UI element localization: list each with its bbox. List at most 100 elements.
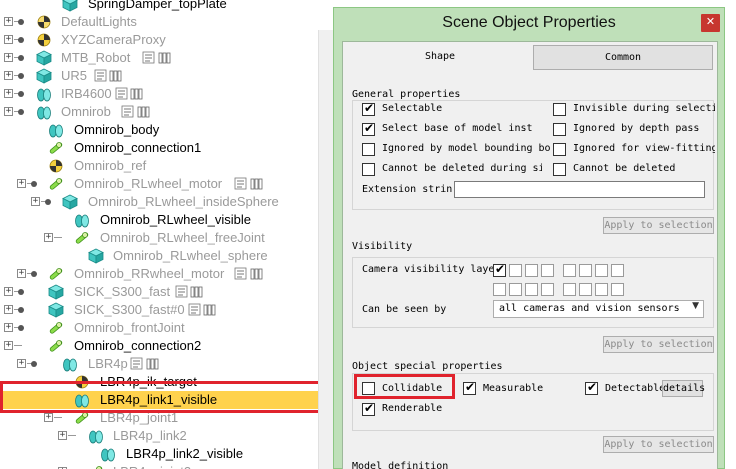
expand-toggle-icon[interactable]: + (44, 233, 53, 242)
tree-item-label: Omnirob_RLwheel_motor (74, 176, 223, 191)
script-icon[interactable] (142, 50, 172, 65)
expand-toggle-icon[interactable]: + (44, 413, 53, 422)
shape-object-icon (74, 212, 90, 228)
measurable-checkbox[interactable] (463, 380, 476, 395)
tree-row[interactable]: Omnirob_RLwheel_sphere (0, 247, 330, 265)
model-base-dot-icon (18, 55, 24, 61)
select-base-of-model-checkbox[interactable] (362, 121, 375, 136)
tree-row[interactable]: + Omnirob_connection2 (0, 337, 330, 355)
expand-toggle-icon[interactable]: + (4, 17, 13, 26)
visibility-layer-checkbox[interactable] (509, 264, 522, 277)
tree-row[interactable]: + IRB4600 (0, 85, 330, 103)
selectable-checkbox[interactable] (362, 101, 375, 116)
visibility-layer-checkbox[interactable] (595, 283, 608, 296)
tab-common[interactable]: Common (533, 45, 713, 70)
visibility-layer-checkbox[interactable] (493, 262, 506, 277)
select-base-of-model-label: Select base of model inst (382, 123, 533, 134)
script-icon[interactable] (234, 266, 264, 281)
tree-row[interactable]: + SICK_S300_fast (0, 283, 330, 301)
tree-row[interactable]: + Omnirob (0, 103, 330, 121)
script-icon[interactable] (115, 86, 145, 101)
dialog-titlebar[interactable]: Scene Object Properties ✕ (334, 8, 724, 39)
tree-row[interactable]: + Omnirob_RRwheel_motor (0, 265, 330, 283)
visibility-layer-checkbox[interactable] (611, 283, 624, 296)
ignored-by-model-bounding-checkbox[interactable] (362, 143, 375, 156)
visibility-layer-checkbox[interactable] (541, 283, 554, 296)
tree-row[interactable]: + LBR4p (0, 355, 330, 373)
can-be-seen-by-select[interactable]: all cameras and vision sensors ▼ (493, 300, 704, 318)
tree-row[interactable]: Omnirob_connection1 (0, 139, 330, 157)
tree-row[interactable]: + UR5 (0, 67, 330, 85)
apply-visibility-button[interactable]: Apply to selection (603, 336, 714, 353)
visibility-layer-checkbox[interactable] (525, 283, 538, 296)
tree-row[interactable]: Omnirob_body (0, 121, 330, 139)
selectable-label: Selectable (382, 103, 443, 114)
invisible-during-selection-checkbox[interactable] (553, 103, 566, 116)
expand-toggle-icon[interactable]: + (4, 287, 13, 296)
tree-row[interactable]: + DefaultLights (0, 13, 330, 31)
expand-toggle-icon[interactable]: + (4, 71, 13, 80)
ignored-for-view-fitting-checkbox[interactable] (553, 143, 566, 156)
tree-row[interactable]: + Omnirob_RLwheel_motor (0, 175, 330, 193)
expand-toggle-icon[interactable]: + (17, 269, 26, 278)
tree-row[interactable]: + XYZCameraProxy (0, 31, 330, 49)
expand-toggle-icon[interactable]: + (17, 179, 26, 188)
expand-toggle-icon[interactable]: + (4, 53, 13, 62)
can-be-seen-by-label: Can be seen by (362, 304, 447, 315)
joint-object-icon (74, 230, 90, 246)
visibility-layer-checkbox[interactable] (595, 264, 608, 277)
visibility-layer-checkbox[interactable] (493, 283, 506, 296)
expand-toggle-icon[interactable]: + (4, 323, 13, 332)
expand-toggle-icon[interactable]: + (4, 107, 13, 116)
script-icon[interactable] (234, 176, 264, 191)
ignored-by-depth-pass-checkbox[interactable] (553, 123, 566, 136)
expand-toggle-icon[interactable]: + (4, 305, 13, 314)
visibility-layer-checkbox[interactable] (579, 264, 592, 277)
visibility-layer-checkbox[interactable] (525, 264, 538, 277)
chevron-down-icon: ▼ (692, 301, 699, 311)
tree-row[interactable]: +LBR4p_joint2 (0, 463, 330, 469)
cannot-be-deleted-checkbox[interactable] (553, 163, 566, 176)
visibility-layer-checkbox[interactable] (563, 264, 576, 277)
visibility-layer-checkbox[interactable] (563, 283, 576, 296)
expand-toggle-icon[interactable]: + (31, 197, 40, 206)
visibility-layer-checkbox[interactable] (611, 264, 624, 277)
expand-toggle-icon[interactable]: + (58, 431, 67, 440)
tree-row[interactable]: + Omnirob_RLwheel_freeJoint (0, 229, 330, 247)
script-icon[interactable] (175, 284, 205, 299)
invisible-during-selection-label: Invisible during selecti (573, 103, 715, 114)
expand-toggle-icon[interactable]: + (17, 359, 26, 368)
close-icon[interactable]: ✕ (701, 14, 720, 32)
object-special-properties-title: Object special properties (352, 361, 503, 372)
detectable-checkbox[interactable] (585, 380, 598, 395)
tree-row[interactable]: Omnirob_RLwheel_visible (0, 211, 330, 229)
tree-row[interactable]: + LBR4p_link2 (0, 427, 330, 445)
expand-toggle-icon[interactable]: + (4, 89, 13, 98)
visibility-layer-checkbox[interactable] (541, 264, 554, 277)
apply-general-button[interactable]: Apply to selection (603, 217, 714, 234)
cannot-be-deleted-during-sim-checkbox[interactable] (362, 163, 375, 176)
script-icon[interactable] (130, 356, 160, 371)
expand-toggle-icon[interactable]: + (4, 341, 13, 350)
visibility-layer-checkbox[interactable] (579, 283, 592, 296)
tree-row[interactable]: + SICK_S300_fast#0 (0, 301, 330, 319)
tree-row[interactable]: LBR4p_link2_visible (0, 445, 330, 463)
script-icon[interactable] (121, 104, 151, 119)
tree-row[interactable]: Omnirob_ref (0, 157, 330, 175)
tree-row[interactable]: + Omnirob_frontJoint (0, 319, 330, 337)
tab-shape[interactable]: Shape (347, 45, 533, 70)
script-icon[interactable] (188, 302, 218, 317)
renderable-label: Renderable (382, 403, 443, 414)
tree-row[interactable]: + MTB_Robot (0, 49, 330, 67)
cube-object-icon (62, 0, 78, 12)
expand-toggle-icon[interactable]: + (4, 35, 13, 44)
model-base-dot-icon (18, 91, 24, 97)
script-icon[interactable] (94, 68, 124, 83)
renderable-checkbox[interactable] (362, 401, 375, 416)
extension-string-input[interactable] (454, 181, 705, 198)
tree-row[interactable]: + Omnirob_RLwheel_insideSphere (0, 193, 330, 211)
visibility-layer-checkbox[interactable] (509, 283, 522, 296)
apply-special-button[interactable]: Apply to selection (603, 436, 714, 453)
details-button[interactable]: details (662, 380, 705, 397)
tree-row[interactable]: SpringDamper_topPlate (0, 0, 330, 13)
